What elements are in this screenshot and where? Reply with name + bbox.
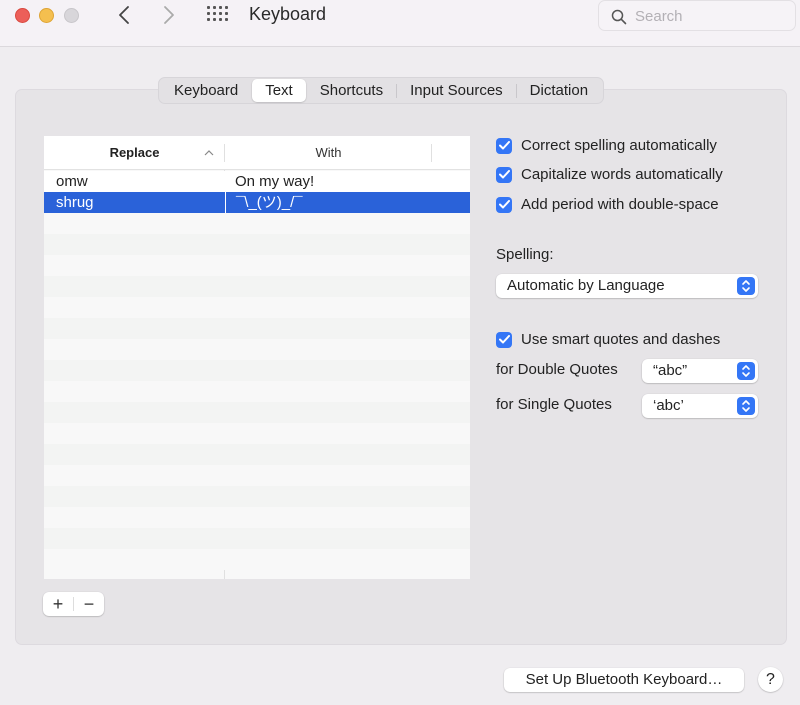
search-icon (611, 9, 627, 25)
tab-keyboard[interactable]: Keyboard (161, 79, 251, 102)
up-down-chevron-icon (737, 362, 755, 380)
empty-row (44, 423, 470, 444)
checkbox-label: Use smart quotes and dashes (521, 331, 721, 348)
spelling-popup[interactable]: Automatic by Language (496, 274, 758, 298)
empty-row (44, 486, 470, 507)
table-row-selected[interactable]: shrug ¯\_(ツ)_/¯ (44, 192, 470, 213)
search-input[interactable] (635, 5, 785, 27)
single-quotes-label: for Single Quotes (496, 396, 612, 413)
cell-with: On my way! (235, 173, 315, 190)
minimize-window-button[interactable] (39, 8, 54, 23)
help-button[interactable]: ? (758, 667, 783, 692)
empty-row (44, 255, 470, 276)
spelling-value: Automatic by Language (507, 277, 665, 294)
table-rows: omw On my way! shrug ¯\_(ツ)_/¯ (44, 171, 470, 570)
forward-button[interactable] (157, 2, 181, 28)
empty-row (44, 381, 470, 402)
up-down-chevron-icon (737, 277, 755, 295)
tab-dictation[interactable]: Dictation (517, 79, 601, 102)
add-replacement-button[interactable]: + (43, 592, 73, 616)
column-header-replace[interactable]: Replace (44, 136, 225, 170)
back-button[interactable] (112, 2, 136, 28)
zoom-window-button[interactable] (64, 8, 79, 23)
tab-input-sources[interactable]: Input Sources (397, 79, 516, 102)
double-quotes-value: “abc” (653, 362, 688, 379)
correct-spelling-checkbox[interactable]: Correct spelling automatically (496, 137, 717, 154)
set-up-bluetooth-keyboard-button[interactable]: Set Up Bluetooth Keyboard… (504, 668, 744, 692)
close-window-button[interactable] (15, 8, 30, 23)
up-down-chevron-icon (737, 397, 755, 415)
capitalize-words-checkbox[interactable]: Capitalize words automatically (496, 166, 723, 183)
empty-row (44, 507, 470, 528)
empty-row (44, 213, 470, 234)
empty-row (44, 528, 470, 549)
checkbox-checked-icon[interactable] (496, 166, 512, 183)
double-quotes-popup[interactable]: “abc” (642, 359, 758, 383)
tab-bar: Keyboard Text Shortcuts Input Sources Di… (158, 77, 605, 104)
column-separator (431, 144, 432, 162)
chevron-left-icon (119, 6, 129, 24)
empty-row (44, 444, 470, 465)
remove-replacement-button[interactable]: − (74, 592, 104, 616)
cell-replace: shrug (56, 194, 94, 211)
window-title: Keyboard (249, 4, 327, 24)
table-header: Replace With (44, 136, 470, 170)
checkbox-label: Correct spelling automatically (521, 137, 717, 154)
empty-row (44, 339, 470, 360)
add-period-checkbox[interactable]: Add period with double-space (496, 196, 719, 213)
table-row[interactable]: omw On my way! (44, 171, 470, 192)
empty-row (44, 234, 470, 255)
title-bar: Keyboard (0, 0, 800, 47)
text-replacement-table[interactable]: Replace With omw On my way! shrug ¯\_(ツ)… (44, 136, 470, 579)
tab-text[interactable]: Text (252, 79, 306, 102)
sort-ascending-icon (204, 150, 214, 156)
cell-replace: omw (56, 173, 88, 190)
empty-row (44, 402, 470, 423)
empty-row (44, 318, 470, 339)
checkbox-checked-icon[interactable] (496, 137, 512, 154)
checkbox-label: Capitalize words automatically (521, 166, 723, 183)
empty-row (44, 276, 470, 297)
checkbox-checked-icon[interactable] (496, 196, 512, 213)
empty-row (44, 297, 470, 318)
checkbox-label: Add period with double-space (521, 196, 719, 213)
empty-row (44, 465, 470, 486)
empty-row (44, 549, 470, 570)
add-remove-control: + − (43, 592, 104, 616)
tab-shortcuts[interactable]: Shortcuts (307, 79, 396, 102)
smart-quotes-checkbox[interactable]: Use smart quotes and dashes (496, 331, 720, 348)
spelling-label: Spelling: (496, 246, 554, 263)
single-quotes-value: ‘abc’ (653, 397, 684, 414)
single-quotes-popup[interactable]: ‘abc’ (642, 394, 758, 418)
double-quotes-label: for Double Quotes (496, 361, 618, 378)
cell-with: ¯\_(ツ)_/¯ (225, 192, 470, 213)
search-field[interactable] (598, 0, 796, 31)
column-header-with[interactable]: With (225, 136, 432, 170)
empty-row (44, 360, 470, 381)
show-all-grid-icon[interactable] (207, 6, 231, 24)
chevron-right-icon (164, 6, 174, 24)
checkbox-checked-icon[interactable] (496, 331, 512, 348)
